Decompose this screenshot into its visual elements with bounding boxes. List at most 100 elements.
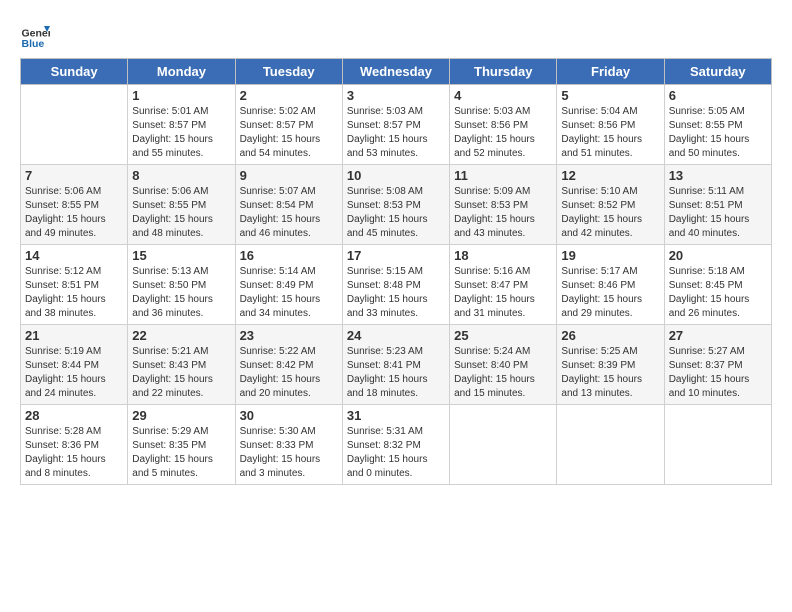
day-info: Sunrise: 5:27 AM Sunset: 8:37 PM Dayligh… bbox=[669, 345, 767, 401]
day-info: Sunrise: 5:25 AM Sunset: 8:39 PM Dayligh… bbox=[561, 345, 659, 401]
day-number: 12 bbox=[561, 168, 659, 183]
calendar-week-row: 1 Sunrise: 5:01 AM Sunset: 8:57 PM Daylig… bbox=[21, 85, 772, 165]
day-number: 13 bbox=[669, 168, 767, 183]
calendar-cell: 19Sunrise: 5:17 AM Sunset: 8:46 PM Dayli… bbox=[557, 245, 664, 325]
calendar-cell: 22 Sunrise: 5:21 AM Sunset: 8:43 PM Dayli… bbox=[128, 325, 235, 405]
day-info: Sunrise: 5:22 AM Sunset: 8:42 PM Dayligh… bbox=[240, 345, 338, 401]
day-info: Sunrise: 5:02 AM Sunset: 8:57 PM Dayligh… bbox=[240, 105, 338, 161]
day-number: 28 bbox=[25, 408, 123, 423]
day-info: Sunrise: 5:03 AM Sunset: 8:57 PM Dayligh… bbox=[347, 105, 445, 161]
calendar-cell: 28 Sunrise: 5:28 AM Sunset: 8:36 PM Dayli… bbox=[21, 405, 128, 485]
day-number: 21 bbox=[25, 328, 123, 343]
calendar-cell: 26Sunrise: 5:25 AM Sunset: 8:39 PM Dayli… bbox=[557, 325, 664, 405]
day-number: 7 bbox=[25, 168, 123, 183]
day-info: Sunrise: 5:24 AM Sunset: 8:40 PM Dayligh… bbox=[454, 345, 552, 401]
calendar-cell: 29 Sunrise: 5:29 AM Sunset: 8:35 PM Dayli… bbox=[128, 405, 235, 485]
day-number: 23 bbox=[240, 328, 338, 343]
day-info: Sunrise: 5:08 AM Sunset: 8:53 PM Dayligh… bbox=[347, 185, 445, 241]
day-info: Sunrise: 5:30 AM Sunset: 8:33 PM Dayligh… bbox=[240, 425, 338, 481]
calendar-cell: 2Sunrise: 5:02 AM Sunset: 8:57 PM Daylig… bbox=[235, 85, 342, 165]
day-info: Sunrise: 5:21 AM Sunset: 8:43 PM Dayligh… bbox=[132, 345, 230, 401]
calendar-week-row: 14Sunrise: 5:12 AM Sunset: 8:51 PM Dayli… bbox=[21, 245, 772, 325]
svg-text:Blue: Blue bbox=[22, 38, 45, 50]
day-number: 30 bbox=[240, 408, 338, 423]
day-info: Sunrise: 5:31 AM Sunset: 8:32 PM Dayligh… bbox=[347, 425, 445, 481]
day-number: 16 bbox=[240, 248, 338, 263]
day-info: Sunrise: 5:06 AM Sunset: 8:55 PM Dayligh… bbox=[132, 185, 230, 241]
day-number: 4 bbox=[454, 88, 552, 103]
calendar-week-row: 21 Sunrise: 5:19 AM Sunset: 8:44 PM Dayli… bbox=[21, 325, 772, 405]
day-number: 15 bbox=[132, 248, 230, 263]
calendar-cell: 20 Sunrise: 5:18 AM Sunset: 8:45 PM Dayli… bbox=[664, 245, 771, 325]
day-number: 14 bbox=[25, 248, 123, 263]
day-number: 31 bbox=[347, 408, 445, 423]
calendar-column-header: Friday bbox=[557, 59, 664, 85]
calendar-cell bbox=[557, 405, 664, 485]
calendar-column-header: Wednesday bbox=[342, 59, 449, 85]
day-info: Sunrise: 5:23 AM Sunset: 8:41 PM Dayligh… bbox=[347, 345, 445, 401]
calendar-cell: 8 Sunrise: 5:06 AM Sunset: 8:55 PM Daylig… bbox=[128, 165, 235, 245]
day-info: Sunrise: 5:10 AM Sunset: 8:52 PM Dayligh… bbox=[561, 185, 659, 241]
page-header: General Blue bbox=[20, 20, 772, 50]
day-number: 20 bbox=[669, 248, 767, 263]
calendar-header: SundayMondayTuesdayWednesdayThursdayFrid… bbox=[21, 59, 772, 85]
day-number: 6 bbox=[669, 88, 767, 103]
calendar-cell bbox=[21, 85, 128, 165]
calendar-cell: 30 Sunrise: 5:30 AM Sunset: 8:33 PM Dayli… bbox=[235, 405, 342, 485]
day-number: 19 bbox=[561, 248, 659, 263]
logo-icon: General Blue bbox=[20, 20, 50, 50]
day-info: Sunrise: 5:09 AM Sunset: 8:53 PM Dayligh… bbox=[454, 185, 552, 241]
calendar-cell: 7Sunrise: 5:06 AM Sunset: 8:55 PM Daylig… bbox=[21, 165, 128, 245]
calendar-cell: 24 Sunrise: 5:23 AM Sunset: 8:41 PM Dayli… bbox=[342, 325, 449, 405]
day-number: 24 bbox=[347, 328, 445, 343]
logo: General Blue bbox=[20, 20, 52, 50]
day-info: Sunrise: 5:29 AM Sunset: 8:35 PM Dayligh… bbox=[132, 425, 230, 481]
calendar-cell: 4 Sunrise: 5:03 AM Sunset: 8:56 PM Daylig… bbox=[450, 85, 557, 165]
day-number: 17 bbox=[347, 248, 445, 263]
day-number: 5 bbox=[561, 88, 659, 103]
day-info: Sunrise: 5:01 AM Sunset: 8:57 PM Dayligh… bbox=[132, 105, 230, 161]
calendar-cell bbox=[450, 405, 557, 485]
calendar-cell: 3 Sunrise: 5:03 AM Sunset: 8:57 PM Daylig… bbox=[342, 85, 449, 165]
calendar-cell: 15 Sunrise: 5:13 AM Sunset: 8:50 PM Dayli… bbox=[128, 245, 235, 325]
calendar-cell: 17 Sunrise: 5:15 AM Sunset: 8:48 PM Dayli… bbox=[342, 245, 449, 325]
calendar-cell: 27Sunrise: 5:27 AM Sunset: 8:37 PM Dayli… bbox=[664, 325, 771, 405]
calendar-cell: 14Sunrise: 5:12 AM Sunset: 8:51 PM Dayli… bbox=[21, 245, 128, 325]
calendar-cell: 23 Sunrise: 5:22 AM Sunset: 8:42 PM Dayli… bbox=[235, 325, 342, 405]
day-number: 22 bbox=[132, 328, 230, 343]
calendar-cell: 18 Sunrise: 5:16 AM Sunset: 8:47 PM Dayli… bbox=[450, 245, 557, 325]
calendar-cell: 5Sunrise: 5:04 AM Sunset: 8:56 PM Daylig… bbox=[557, 85, 664, 165]
day-info: Sunrise: 5:14 AM Sunset: 8:49 PM Dayligh… bbox=[240, 265, 338, 321]
calendar-column-header: Thursday bbox=[450, 59, 557, 85]
calendar-body: 1 Sunrise: 5:01 AM Sunset: 8:57 PM Daylig… bbox=[21, 85, 772, 485]
day-info: Sunrise: 5:28 AM Sunset: 8:36 PM Dayligh… bbox=[25, 425, 123, 481]
calendar-cell: 25 Sunrise: 5:24 AM Sunset: 8:40 PM Dayli… bbox=[450, 325, 557, 405]
day-number: 29 bbox=[132, 408, 230, 423]
day-info: Sunrise: 5:07 AM Sunset: 8:54 PM Dayligh… bbox=[240, 185, 338, 241]
day-number: 3 bbox=[347, 88, 445, 103]
day-number: 8 bbox=[132, 168, 230, 183]
day-info: Sunrise: 5:15 AM Sunset: 8:48 PM Dayligh… bbox=[347, 265, 445, 321]
calendar-week-row: 7 Sunrise: 5:06 AM Sunset: 8:55 PM Daylig… bbox=[21, 165, 772, 245]
calendar-column-header: Sunday bbox=[21, 59, 128, 85]
day-info: Sunrise: 5:18 AM Sunset: 8:45 PM Dayligh… bbox=[669, 265, 767, 321]
calendar-cell: 12 Sunrise: 5:10 AM Sunset: 8:52 PM Dayli… bbox=[557, 165, 664, 245]
day-number: 10 bbox=[347, 168, 445, 183]
day-info: Sunrise: 5:03 AM Sunset: 8:56 PM Dayligh… bbox=[454, 105, 552, 161]
day-info: Sunrise: 5:05 AM Sunset: 8:55 PM Dayligh… bbox=[669, 105, 767, 161]
calendar-cell: 31 Sunrise: 5:31 AM Sunset: 8:32 PM Dayli… bbox=[342, 405, 449, 485]
calendar-column-header: Saturday bbox=[664, 59, 771, 85]
calendar-column-header: Tuesday bbox=[235, 59, 342, 85]
day-info: Sunrise: 5:13 AM Sunset: 8:50 PM Dayligh… bbox=[132, 265, 230, 321]
day-info: Sunrise: 5:19 AM Sunset: 8:44 PM Dayligh… bbox=[25, 345, 123, 401]
day-number: 18 bbox=[454, 248, 552, 263]
calendar-cell: 1 Sunrise: 5:01 AM Sunset: 8:57 PM Daylig… bbox=[128, 85, 235, 165]
calendar-cell: 9 Sunrise: 5:07 AM Sunset: 8:54 PM Daylig… bbox=[235, 165, 342, 245]
day-number: 9 bbox=[240, 168, 338, 183]
calendar-column-header: Monday bbox=[128, 59, 235, 85]
calendar-cell: 16 Sunrise: 5:14 AM Sunset: 8:49 PM Dayli… bbox=[235, 245, 342, 325]
day-info: Sunrise: 5:16 AM Sunset: 8:47 PM Dayligh… bbox=[454, 265, 552, 321]
day-number: 25 bbox=[454, 328, 552, 343]
day-number: 1 bbox=[132, 88, 230, 103]
calendar-table: SundayMondayTuesdayWednesdayThursdayFrid… bbox=[20, 58, 772, 485]
